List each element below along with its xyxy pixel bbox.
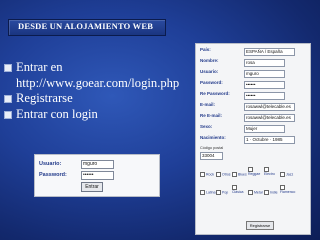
register-form-screenshot: País: ESPAÑA / España Nombre: rosa Usuar… — [195, 43, 311, 235]
password-field[interactable]: •••••• — [244, 81, 285, 89]
login-button[interactable]: Entrar — [81, 182, 103, 192]
bullet-list: Entrar en http://www.goear.com/login.php… — [4, 60, 184, 122]
style-checkbox[interactable]: Otros — [216, 172, 232, 177]
postal-code-label: Código postal — [200, 146, 224, 150]
password-label: Password: — [39, 172, 67, 178]
field-row-name: Nombre: rosa — [198, 58, 308, 67]
slide-title: DESDE UN ALOJAMIENTO WEB — [18, 21, 154, 31]
user-label: Usuario: — [39, 161, 62, 167]
repassword-field[interactable]: •••••• — [244, 92, 285, 100]
reemail-field[interactable]: rosawwl@telecable.es — [244, 114, 295, 122]
birthdate-select[interactable]: 1 · Octubre · 1985 — [244, 136, 295, 144]
style-checkbox[interactable]: Clásica — [232, 185, 248, 194]
bullet-item: Entrar con login — [4, 107, 184, 123]
sex-select[interactable]: Mujer — [244, 125, 285, 133]
style-checkbox[interactable]: Rock — [200, 172, 216, 177]
style-checkbox[interactable]: Blues — [232, 172, 248, 177]
field-row-sex: Sexo: Mujer — [198, 124, 308, 133]
login-user-field[interactable]: mguro — [81, 160, 114, 169]
field-row-reemail: Re E-mail: rosawwl@telecable.es — [198, 113, 308, 122]
field-row-birth: Nacimiento: 1 · Octubre · 1985 — [198, 135, 308, 144]
name-field[interactable]: rosa — [244, 59, 285, 67]
email-field[interactable]: rosawwl@telecable.es — [244, 103, 295, 111]
style-checkbox[interactable]: Metal — [248, 190, 264, 195]
login-form-screenshot: Usuario: mguro Password: •••••• Entrar — [34, 154, 160, 197]
field-row-country: País: ESPAÑA / España — [198, 47, 308, 56]
country-select[interactable]: ESPAÑA / España — [244, 48, 295, 56]
register-button[interactable]: Registrarse — [246, 221, 274, 230]
bullet-item: Registrarse — [4, 91, 184, 107]
style-checkbox[interactable]: Flamenco — [280, 185, 296, 194]
field-row-repassword: Re Password: •••••• — [198, 91, 308, 100]
bullet-square-icon — [4, 95, 12, 103]
style-checkbox[interactable]: Electro — [264, 167, 280, 176]
field-row-email: E-mail: rosawwl@telecable.es — [198, 102, 308, 111]
field-row-password: Password: •••••• — [198, 80, 308, 89]
user-field[interactable]: mguro — [244, 70, 285, 78]
field-row-user: Usuario: mguro — [198, 69, 308, 78]
style-checkbox-grid: Rock Otros BluesReggae Electro Jazz Latina Pop… — [200, 162, 304, 198]
style-checkbox[interactable]: Indie — [264, 190, 280, 195]
style-checkbox[interactable]: Pop — [216, 190, 232, 195]
bullet-square-icon — [4, 110, 12, 119]
style-checkbox[interactable]: Jazz — [280, 172, 296, 177]
bullet-item: Entrar en http://www.goear.com/login.php — [4, 60, 184, 91]
style-checkbox[interactable]: Latina — [200, 190, 216, 195]
style-checkbox[interactable]: Reggae — [248, 167, 264, 176]
bullet-square-icon — [4, 64, 12, 72]
login-password-field[interactable]: •••••• — [81, 171, 114, 180]
postal-code-field[interactable]: 33004 — [200, 152, 223, 160]
